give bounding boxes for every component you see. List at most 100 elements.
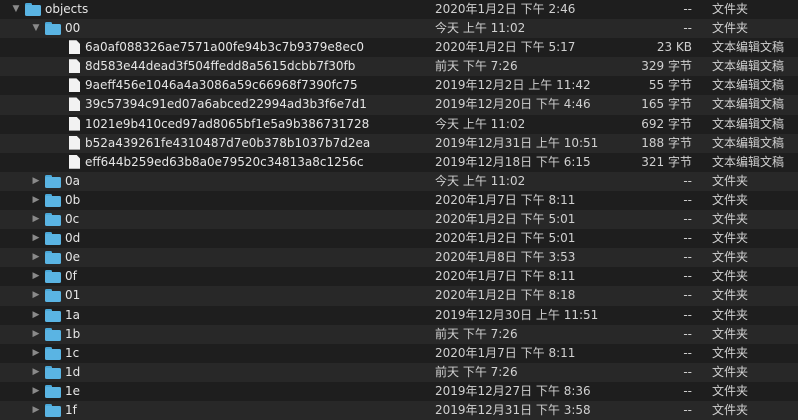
- folder-row[interactable]: ▶ 1d 前天 下午 7:26 -- 文件夹: [0, 362, 798, 382]
- disclosure-expanded-icon[interactable]: ▼: [10, 0, 22, 19]
- item-size: --: [683, 402, 692, 417]
- item-size: --: [683, 326, 692, 341]
- file-row[interactable]: 9aeff456e1046a4a3086a59c66968f7390fc75 20…: [0, 76, 798, 95]
- item-name: 00: [65, 21, 81, 36]
- item-size: 321 字节: [641, 154, 692, 169]
- disclosure-collapsed-icon[interactable]: ▶: [30, 248, 42, 267]
- item-kind: 文本编辑文稿: [712, 135, 785, 150]
- item-kind: 文件夹: [712, 402, 749, 417]
- item-size: --: [683, 21, 692, 36]
- disclosure-collapsed-icon[interactable]: ▶: [30, 229, 42, 248]
- item-size: 165 字节: [641, 97, 692, 112]
- item-kind: 文件夹: [712, 326, 749, 341]
- folder-icon: [45, 365, 61, 379]
- disclosure-collapsed-icon[interactable]: ▶: [30, 172, 42, 191]
- item-size: 23 KB: [656, 40, 692, 55]
- item-size: --: [683, 173, 692, 188]
- document-icon: [69, 59, 80, 74]
- item-name: 0f: [65, 269, 77, 284]
- folder-row[interactable]: ▶ 0a 今天 上午 11:02 -- 文件夹: [0, 171, 798, 191]
- disclosure-collapsed-icon[interactable]: ▶: [30, 306, 42, 325]
- folder-icon: [45, 193, 61, 207]
- item-name: 0b: [65, 192, 81, 207]
- file-row[interactable]: b52a439261fe4310487d7e0b378b1037b7d2ea 20…: [0, 133, 798, 153]
- disclosure-collapsed-icon[interactable]: ▶: [30, 344, 42, 363]
- folder-icon: [45, 346, 61, 360]
- item-name: 39c57394c91ed07a6abced22994ad3b3f6e7d1: [85, 97, 367, 112]
- finder-list-view: ▼ objects 2020年1月2日 下午 2:46 -- 文件夹 ▼ 00 今天 上午 1…: [0, 0, 798, 420]
- folder-icon: [45, 384, 61, 398]
- item-size: 188 字节: [641, 135, 692, 150]
- file-row[interactable]: 1021e9b410ced97ad8065bf1e5a9b386731728 今天…: [0, 115, 798, 134]
- folder-row[interactable]: ▶ 1c 2020年1月7日 下午 8:11 -- 文件夹: [0, 344, 798, 363]
- folder-icon: [45, 22, 61, 36]
- item-name: 1f: [65, 402, 77, 417]
- item-name: 1c: [65, 345, 80, 360]
- disclosure-collapsed-icon[interactable]: ▶: [30, 401, 42, 420]
- item-name: 1a: [65, 307, 80, 322]
- item-name: 0d: [65, 231, 81, 246]
- folder-icon: [25, 3, 41, 16]
- item-kind: 文件夹: [712, 383, 749, 398]
- folder-row[interactable]: ▶ 01 2020年1月2日 下午 8:18 -- 文件夹: [0, 286, 798, 306]
- item-size: --: [683, 288, 692, 303]
- folder-row[interactable]: ▶ 1e 2019年12月27日 下午 8:36 -- 文件夹: [0, 382, 798, 401]
- folder-icon: [45, 327, 61, 341]
- folder-row[interactable]: ▶ 0d 2020年1月2日 下午 5:01 -- 文件夹: [0, 229, 798, 248]
- file-row[interactable]: eff644b259ed63b8a0e79520c34813a8c1256c 20…: [0, 153, 798, 172]
- folder-row[interactable]: ▶ 1b 前天 下午 7:26 -- 文件夹: [0, 324, 798, 344]
- disclosure-collapsed-icon[interactable]: ▶: [30, 382, 42, 401]
- item-size: --: [683, 307, 692, 322]
- folder-icon: [45, 174, 61, 188]
- item-name: 1d: [65, 364, 81, 379]
- disclosure-expanded-icon[interactable]: ▼: [30, 19, 42, 38]
- folder-row[interactable]: ▶ 0c 2020年1月2日 下午 5:01 -- 文件夹: [0, 210, 798, 230]
- folder-row[interactable]: ▶ 1a 2019年12月30日 上午 11:51 -- 文件夹: [0, 306, 798, 325]
- item-size: 692 字节: [641, 116, 692, 131]
- folder-row[interactable]: ▼ objects 2020年1月2日 下午 2:46 -- 文件夹: [0, 0, 798, 19]
- item-name: 9aeff456e1046a4a3086a59c66968f7390fc75: [85, 78, 358, 93]
- disclosure-collapsed-icon[interactable]: ▶: [30, 191, 42, 210]
- folder-row[interactable]: ▶ 0f 2020年1月7日 下午 8:11 -- 文件夹: [0, 267, 798, 286]
- document-icon: [69, 40, 80, 55]
- disclosure-collapsed-icon[interactable]: ▶: [30, 267, 42, 286]
- item-size: --: [683, 231, 692, 246]
- folder-icon: [45, 232, 61, 246]
- folder-row[interactable]: ▶ 0b 2020年1月7日 下午 8:11 -- 文件夹: [0, 191, 798, 210]
- item-name: eff644b259ed63b8a0e79520c34813a8c1256c: [85, 154, 364, 169]
- item-size: 55 字节: [648, 78, 692, 93]
- item-name: 0c: [65, 212, 80, 227]
- folder-row[interactable]: ▶ 0e 2020年1月8日 下午 3:53 -- 文件夹: [0, 248, 798, 268]
- item-name: b52a439261fe4310487d7e0b378b1037b7d2ea: [85, 135, 371, 150]
- folder-row[interactable]: ▶ 1f 2019年12月31日 下午 3:58 -- 文件夹: [0, 400, 798, 420]
- document-icon: [69, 135, 80, 150]
- disclosure-collapsed-icon[interactable]: ▶: [30, 210, 42, 229]
- file-row[interactable]: 6a0af088326ae7571a00fe94b3c7b9379e8ec0 20…: [0, 38, 798, 57]
- item-name: 0a: [65, 173, 80, 188]
- item-kind: 文件夹: [712, 231, 749, 246]
- file-row[interactable]: 8d583e44dead3f504ffedd8a5615dcbb7f30fb 前天…: [0, 57, 798, 77]
- item-size: --: [683, 2, 692, 16]
- folder-row[interactable]: ▼ 00 今天 上午 11:02 -- 文件夹: [0, 19, 798, 39]
- item-size: --: [683, 192, 692, 207]
- folder-icon: [45, 213, 61, 227]
- item-kind: 文本编辑文稿: [712, 40, 785, 55]
- item-name: 1021e9b410ced97ad8065bf1e5a9b386731728: [85, 116, 370, 131]
- item-kind: 文件夹: [712, 345, 749, 360]
- disclosure-collapsed-icon[interactable]: ▶: [30, 325, 42, 344]
- item-size: 329 字节: [641, 59, 692, 74]
- folder-icon: [45, 403, 61, 417]
- item-name: 1b: [65, 326, 81, 341]
- file-row[interactable]: 39c57394c91ed07a6abced22994ad3b3f6e7d1 20…: [0, 95, 798, 115]
- item-kind: 文件夹: [712, 2, 749, 16]
- item-kind: 文件夹: [712, 269, 749, 284]
- disclosure-collapsed-icon[interactable]: ▶: [30, 363, 42, 382]
- item-kind: 文件夹: [712, 364, 749, 379]
- item-kind: 文件夹: [712, 307, 749, 322]
- item-kind: 文本编辑文稿: [712, 78, 785, 93]
- item-kind: 文本编辑文稿: [712, 116, 785, 131]
- document-icon: [69, 116, 80, 131]
- disclosure-collapsed-icon[interactable]: ▶: [30, 286, 42, 305]
- folder-icon: [45, 270, 61, 284]
- document-icon: [69, 97, 80, 112]
